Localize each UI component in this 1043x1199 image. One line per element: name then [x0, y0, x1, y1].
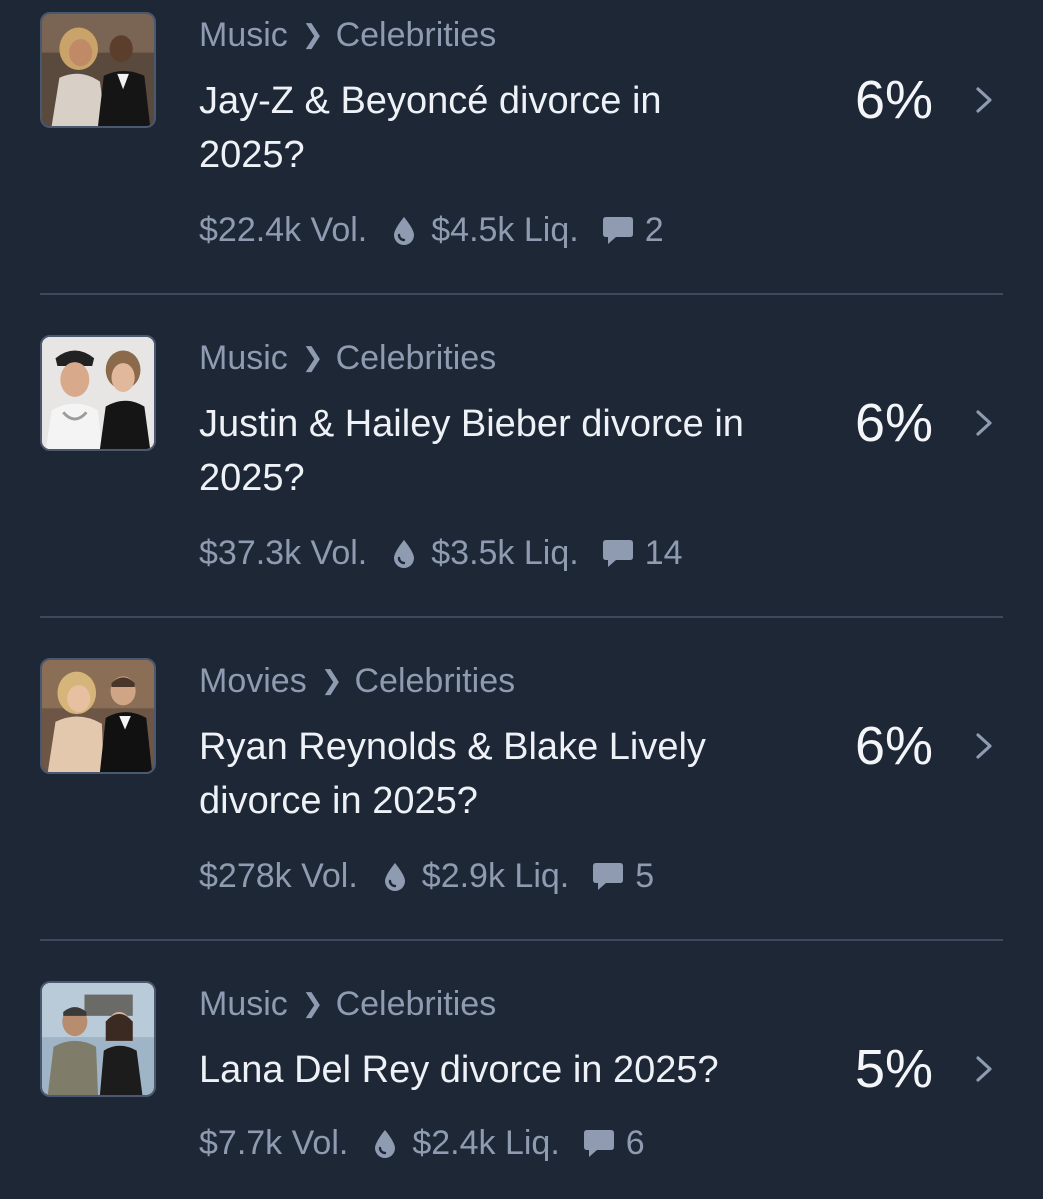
- comment-count[interactable]: 5: [635, 856, 654, 896]
- market-thumbnail: [40, 981, 156, 1097]
- chevron-right-icon[interactable]: [972, 1054, 996, 1084]
- divider: [40, 293, 1003, 295]
- market-thumbnail: [40, 335, 156, 451]
- market-card-ryan-blake[interactable]: Movies ❯ Celebrities Ryan Reynolds & Blake…: [0, 646, 1043, 940]
- breadcrumb-subcategory[interactable]: Celebrities: [336, 339, 497, 377]
- market-card-jayz-beyonce[interactable]: Music ❯ Celebrities Jay-Z & Beyoncé divorc…: [0, 0, 1043, 294]
- divider: [40, 616, 1003, 618]
- market-stats: $37.3k Vol. $3.5k Liq. 14: [199, 533, 683, 573]
- volume-text: $278k Vol.: [199, 857, 358, 895]
- breadcrumb-category[interactable]: Music: [199, 16, 288, 54]
- couple-photo-icon: [42, 660, 154, 772]
- market-probability: 6%: [854, 393, 933, 453]
- breadcrumb-category[interactable]: Music: [199, 985, 288, 1023]
- breadcrumb-category[interactable]: Movies: [199, 662, 307, 700]
- chevron-right-icon[interactable]: [972, 731, 996, 761]
- couple-photo-icon: [42, 337, 154, 449]
- chevron-right-icon: ❯: [320, 665, 343, 695]
- breadcrumb-category[interactable]: Music: [199, 339, 288, 377]
- liquidity-text: $2.9k Liq.: [421, 857, 570, 895]
- comment-count[interactable]: 6: [626, 1123, 645, 1163]
- comment-bubble-icon: [593, 863, 624, 890]
- volume-text: $22.4k Vol.: [199, 211, 368, 249]
- droplet-icon: [375, 1130, 396, 1158]
- market-thumbnail: [40, 658, 156, 774]
- breadcrumb: Music ❯ Celebrities: [199, 983, 496, 1024]
- divider: [40, 939, 1003, 941]
- breadcrumb-subcategory[interactable]: Celebrities: [336, 16, 497, 54]
- droplet-icon: [384, 863, 405, 891]
- market-title[interactable]: Lana Del Rey divorce in 2025?: [199, 1043, 769, 1097]
- droplet-icon: [394, 540, 415, 568]
- chevron-right-icon: ❯: [301, 19, 324, 49]
- breadcrumb-subcategory[interactable]: Celebrities: [355, 662, 516, 700]
- comment-count[interactable]: 14: [645, 533, 683, 573]
- market-card-lana-del-rey[interactable]: Music ❯ Celebrities Lana Del Rey divorce i…: [0, 969, 1043, 1199]
- couple-photo-icon: [42, 14, 154, 126]
- comment-bubble-icon: [602, 540, 633, 567]
- chevron-right-icon: ❯: [301, 342, 324, 372]
- market-probability: 6%: [854, 70, 933, 130]
- breadcrumb: Movies ❯ Celebrities: [199, 660, 515, 701]
- market-probability: 6%: [854, 716, 933, 776]
- market-title[interactable]: Justin & Hailey Bieber divorce in 2025?: [199, 397, 769, 505]
- liquidity-text: $3.5k Liq.: [431, 534, 579, 572]
- market-list: Music ❯ Celebrities Jay-Z & Beyoncé divorc…: [0, 0, 1043, 1199]
- chevron-right-icon[interactable]: [972, 85, 996, 115]
- market-title[interactable]: Ryan Reynolds & Blake Lively divorce in …: [199, 720, 769, 828]
- market-title[interactable]: Jay-Z & Beyoncé divorce in 2025?: [199, 74, 769, 182]
- market-probability: 5%: [854, 1039, 933, 1099]
- droplet-icon: [394, 217, 415, 245]
- liquidity-text: $2.4k Liq.: [412, 1124, 560, 1162]
- breadcrumb-subcategory[interactable]: Celebrities: [336, 985, 497, 1023]
- comment-count[interactable]: 2: [645, 210, 664, 250]
- chevron-right-icon: ❯: [301, 988, 324, 1018]
- market-thumbnail: [40, 12, 156, 128]
- market-stats: $278k Vol. $2.9k Liq. 5: [199, 856, 654, 896]
- volume-text: $7.7k Vol.: [199, 1124, 349, 1162]
- market-stats: $7.7k Vol. $2.4k Liq. 6: [199, 1123, 645, 1163]
- breadcrumb: Music ❯ Celebrities: [199, 14, 496, 55]
- couple-photo-icon: [42, 983, 154, 1095]
- volume-text: $37.3k Vol.: [199, 534, 368, 572]
- market-stats: $22.4k Vol. $4.5k Liq. 2: [199, 210, 664, 250]
- liquidity-text: $4.5k Liq.: [431, 211, 579, 249]
- chevron-right-icon[interactable]: [972, 408, 996, 438]
- comment-bubble-icon: [583, 1130, 614, 1157]
- breadcrumb: Music ❯ Celebrities: [199, 337, 496, 378]
- comment-bubble-icon: [602, 217, 633, 244]
- market-card-justin-hailey[interactable]: Music ❯ Celebrities Justin & Hailey Bieber…: [0, 323, 1043, 617]
